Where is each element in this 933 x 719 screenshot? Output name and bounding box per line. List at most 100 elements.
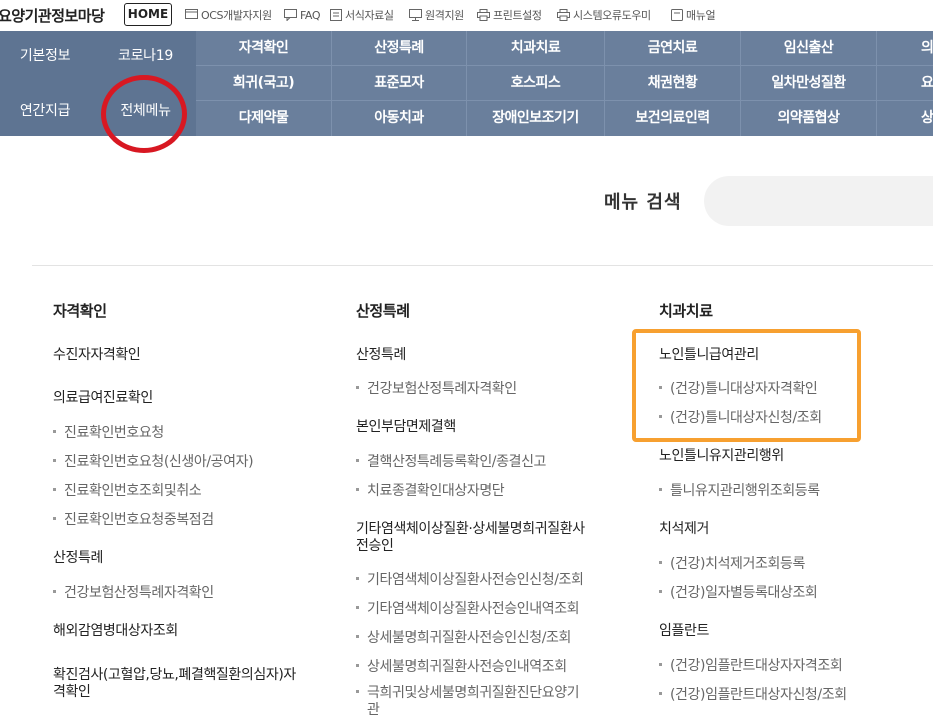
highlight-box-annotation [632, 329, 861, 442]
gnb-item-claims-status[interactable]: 채권현황 [605, 66, 741, 101]
util-link-label: 매뉴얼 [686, 9, 716, 22]
site-title[interactable]: 요양기관정보마당 [0, 5, 105, 26]
bullet-icon [356, 487, 359, 491]
menu-item-link[interactable]: 기타염색체이상질환사전승인신청/조회 [356, 569, 584, 589]
menu-item-label: 기타염색체이상질환사전승인내역조회 [367, 601, 580, 617]
menu-item-link[interactable]: 치료종결확인대상자명단 [356, 480, 505, 500]
util-link-forms[interactable]: 서식자료실 [330, 6, 394, 24]
bullet-icon [659, 662, 662, 666]
menu-item-link[interactable]: 건강보험산정특례자격확인 [356, 378, 517, 398]
menu-sub-title[interactable]: 산정특례 [53, 550, 103, 567]
gnb-item-pregnancy[interactable]: 임신출산 [741, 31, 877, 66]
menu-item-link[interactable]: (건강)임플란트대상자신청/조회 [659, 684, 847, 704]
gnb-item-hospice[interactable]: 호스피스 [467, 66, 605, 101]
gnb-item-annual-payment[interactable]: 연간지급 [0, 86, 90, 136]
menu-item-label: 극희귀및상세불명희귀질환진단요양기 [367, 685, 580, 701]
menu-item-label: (건강)임플란트대상자신청/조회 [670, 687, 847, 703]
highlight-circle-annotation [101, 75, 187, 153]
bullet-icon [356, 576, 359, 580]
gnb-item-child-dental[interactable]: 아동치과 [332, 101, 467, 136]
menu-item-link[interactable]: 극희귀및상세불명희귀질환진단요양기 관 [356, 685, 580, 719]
menu-sub-title[interactable]: 수진자자격확인 [53, 347, 141, 364]
util-link-manual[interactable]: 매뉴얼 [671, 6, 716, 24]
menu-item-label: 치료종결확인대상자명단 [367, 483, 505, 499]
menu-column-title[interactable]: 자격확인 [53, 300, 107, 321]
bullet-icon [659, 560, 662, 564]
menu-item-link[interactable]: 상세불명희귀질환사전승인내역조회 [356, 656, 567, 676]
menu-item-label: 관 [367, 702, 380, 718]
menu-item-label: 진료확인번호요청(신생아/공여자) [64, 454, 254, 470]
menu-item-link[interactable]: (건강)임플란트대상자자격조회 [659, 655, 843, 675]
util-link-label: 시스템오류도우미 [573, 9, 651, 22]
menu-item-label: 상세불명희귀질환사전승인내역조회 [367, 659, 567, 675]
bullet-icon [356, 458, 359, 462]
menu-item-link[interactable]: (건강)치석제거조회등록 [659, 553, 805, 573]
menu-item-link[interactable]: 틀니유지관리행위조회등록 [659, 480, 820, 500]
menu-sub-title[interactable]: 치석제거 [659, 521, 709, 538]
bullet-icon [53, 487, 56, 491]
menu-column-title[interactable]: 치과치료 [659, 300, 713, 321]
menu-item-label: 건강보험산정특례자격확인 [367, 381, 517, 397]
menu-sub-title[interactable]: 해외감염병대상자조회 [53, 623, 178, 640]
chat-icon [284, 9, 297, 21]
menu-item-link[interactable]: 상세불명희귀질환사전승인신청/조회 [356, 627, 571, 647]
menu-item-link[interactable]: 진료확인번호요청(신생아/공여자) [53, 451, 254, 471]
menu-item-label: (건강)임플란트대상자자격조회 [670, 658, 843, 674]
gnb-item-truncated[interactable]: 요 [877, 66, 933, 101]
gnb-item-covid19[interactable]: 코로나19 [95, 31, 196, 81]
bullet-icon [659, 487, 662, 491]
printer-icon [557, 9, 570, 21]
util-link-print[interactable]: 프린트설정 [477, 6, 542, 24]
gnb-item-dental[interactable]: 치과치료 [467, 31, 605, 66]
gnb-item-polypharmacy[interactable]: 다제약물 [196, 101, 332, 136]
menu-item-link[interactable]: (건강)일자별등록대상조회 [659, 582, 818, 602]
manual-icon [671, 9, 683, 21]
bullet-icon [53, 458, 56, 462]
gnb-item-drug-negotiation[interactable]: 의약품협상 [741, 101, 877, 136]
menu-item-label: 건강보험산정특례자격확인 [64, 585, 214, 601]
util-link-ocs[interactable]: OCS개발자지원 [185, 6, 272, 24]
menu-sub-title[interactable]: 기타염색체이상질환·상세불명희귀질환사 전승인 [356, 521, 585, 555]
menu-sub-title[interactable]: 임플란트 [659, 623, 709, 640]
bullet-icon [53, 589, 56, 593]
gnb-item-basic-info[interactable]: 기본정보 [0, 31, 90, 81]
gnb-item-maternal[interactable]: 표준모자 [332, 66, 467, 101]
gnb-item-truncated[interactable]: 상 [877, 101, 933, 136]
bullet-icon [659, 691, 662, 695]
util-link-remote[interactable]: 원격지원 [409, 6, 464, 24]
menu-column-title[interactable]: 산정특례 [356, 300, 410, 321]
menu-item-label: (건강)일자별등록대상조회 [670, 585, 818, 601]
menu-sub-title[interactable]: 의료급여진료확인 [53, 390, 153, 407]
gnb-item-truncated[interactable]: 의 [877, 31, 933, 66]
gnb-item-smoking-cessation[interactable]: 금연치료 [605, 31, 741, 66]
menu-item-link[interactable]: 건강보험산정특례자격확인 [53, 582, 214, 602]
menu-search-input[interactable] [704, 176, 933, 226]
menu-sub-title[interactable]: 본인부담면제결핵 [356, 419, 456, 436]
gnb-item-assistive-devices[interactable]: 장애인보조기기 [467, 101, 605, 136]
menu-item-link[interactable]: 진료확인번호요청중복점검 [53, 509, 214, 529]
menu-search-title: 메뉴 검색 [604, 192, 682, 213]
menu-item-link[interactable]: 결핵산정특례등록확인/종결신고 [356, 451, 546, 471]
gnb-item-chronic-disease[interactable]: 일차만성질환 [741, 66, 877, 101]
printer-icon [477, 9, 490, 21]
menu-item-label: 상세불명희귀질환사전승인신청/조회 [367, 630, 571, 646]
menu-sub-title-line: 격확인 [53, 684, 91, 700]
gnb-item-special-calc[interactable]: 산정특례 [332, 31, 467, 66]
menu-item-label: 기타염색체이상질환사전승인신청/조회 [367, 572, 584, 588]
menu-item-link[interactable]: 진료확인번호요청 [53, 422, 164, 442]
bullet-icon [356, 605, 359, 609]
menu-sub-title[interactable]: 확진검사(고혈압,당뇨,폐결핵질환의심자)자 격확인 [53, 667, 296, 701]
menu-sub-title-line: 확진검사(고혈압,당뇨,폐결핵질환의심자)자 [53, 667, 296, 683]
gnb-item-rare-disease[interactable]: 희귀(국고) [196, 66, 332, 101]
util-link-faq[interactable]: FAQ [284, 6, 321, 24]
gnb-item-health-workforce[interactable]: 보건의료인력 [605, 101, 741, 136]
document-icon [330, 9, 342, 21]
gnb-item-eligibility[interactable]: 자격확인 [196, 31, 332, 66]
menu-item-link[interactable]: 진료확인번호조회및취소 [53, 480, 202, 500]
menu-sub-title[interactable]: 산정특례 [356, 347, 406, 364]
menu-sub-title[interactable]: 노인틀니유지관리행위 [659, 448, 784, 465]
util-link-error-help[interactable]: 시스템오류도우미 [557, 6, 651, 24]
divider [32, 265, 933, 266]
menu-item-link[interactable]: 기타염색체이상질환사전승인내역조회 [356, 598, 580, 618]
home-button[interactable]: HOME [124, 3, 172, 26]
